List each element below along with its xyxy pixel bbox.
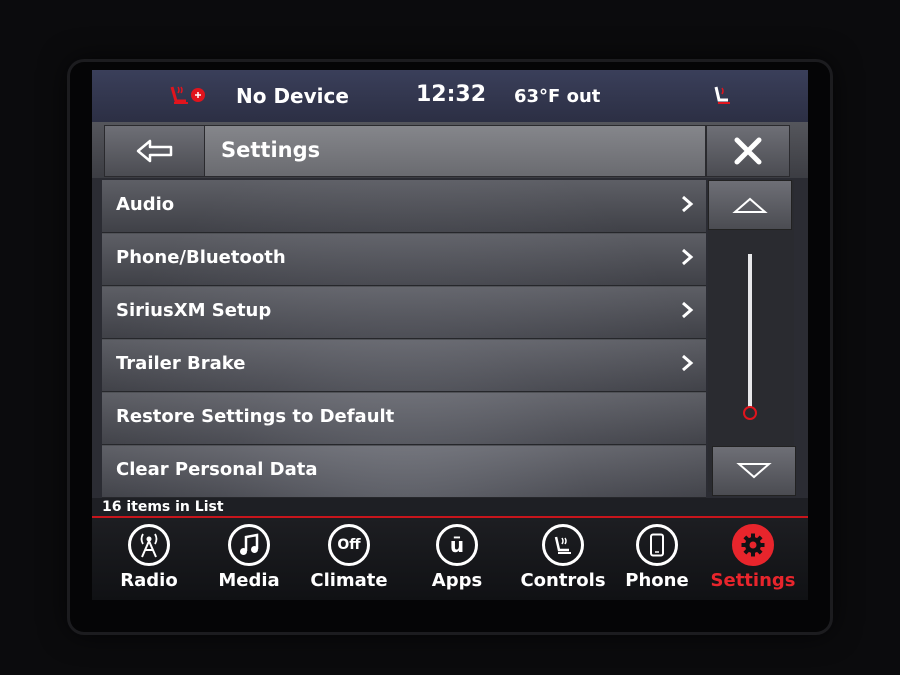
infotainment-screen: No Device 12:32 63°F out Settings Audio … [92,70,808,600]
nav-radio[interactable]: Radio [104,524,194,598]
nav-label: Radio [120,570,178,591]
list-item-label: Trailer Brake [116,353,246,374]
nav-label: Media [218,570,280,591]
nav-phone[interactable]: Phone [612,524,702,598]
back-button[interactable] [104,125,206,177]
clock: 12:32 [416,82,487,107]
radio-tower-icon [128,524,170,566]
chevron-right-icon [680,353,694,378]
music-note-icon [228,524,270,566]
nav-label: Phone [625,570,689,591]
bottom-nav: Radio Media Off Climate ū Apps Controls … [92,518,808,600]
list-count: 16 items in List [102,499,224,515]
phone-icon [636,524,678,566]
nav-settings[interactable]: Settings [708,524,798,598]
list-item-label: Phone/Bluetooth [116,247,286,268]
scroll-down-button[interactable] [712,446,796,496]
close-button[interactable] [706,125,790,177]
scroll-column [708,180,796,496]
list-item-label: Clear Personal Data [116,459,318,480]
list-item-label: Restore Settings to Default [116,406,395,427]
chevron-right-icon [680,194,694,219]
chevron-right-icon [680,247,694,272]
scrollbar-track[interactable] [748,254,752,410]
list-item-trailer-brake[interactable]: Trailer Brake [102,339,706,393]
nav-apps[interactable]: ū Apps [412,524,502,598]
back-arrow-icon [136,139,173,163]
chevron-right-icon [680,300,694,325]
list-item-siriusxm-setup[interactable]: SiriusXM Setup [102,286,706,340]
climate-off-text: Off [337,537,361,553]
close-icon [734,137,762,165]
list-item-audio[interactable]: Audio [102,180,706,234]
status-bar: No Device 12:32 63°F out [92,70,808,122]
nav-label: Controls [520,570,606,591]
list-count-bar: 16 items in List [92,498,808,518]
bezel-reflection [120,0,780,58]
list-item-label: Audio [116,194,175,215]
device-status: No Device [236,84,349,108]
scroll-up-button[interactable] [708,180,792,230]
gear-icon [732,524,774,566]
settings-header: Settings [92,122,808,178]
nav-label: Climate [310,570,388,591]
nav-label: Apps [431,570,483,591]
nav-climate[interactable]: Off Climate [304,524,394,598]
chevron-up-icon [732,197,768,213]
list-item-clear-personal-data[interactable]: Clear Personal Data [102,445,706,499]
list-item-label: SiriusXM Setup [116,300,272,321]
passenger-heated-seat-icon[interactable] [710,84,734,113]
scrollbar-thumb[interactable] [743,406,757,420]
nav-label: Settings [710,570,796,591]
heated-seat-icon[interactable] [168,83,208,112]
apps-icon-glyph: ū [449,533,465,557]
apps-icon: ū [436,524,478,566]
page-title-box: Settings [204,125,706,177]
settings-list: Audio Phone/Bluetooth SiriusXM Setup Tra… [102,180,706,499]
list-item-restore-defaults[interactable]: Restore Settings to Default [102,392,706,446]
nav-media[interactable]: Media [204,524,294,598]
climate-off-icon: Off [328,524,370,566]
page-title: Settings [221,138,321,162]
outside-temperature: 63°F out [514,86,601,107]
nav-controls[interactable]: Controls [518,524,608,598]
controls-icon [542,524,584,566]
chevron-down-icon [736,463,772,479]
list-item-phone-bluetooth[interactable]: Phone/Bluetooth [102,233,706,287]
